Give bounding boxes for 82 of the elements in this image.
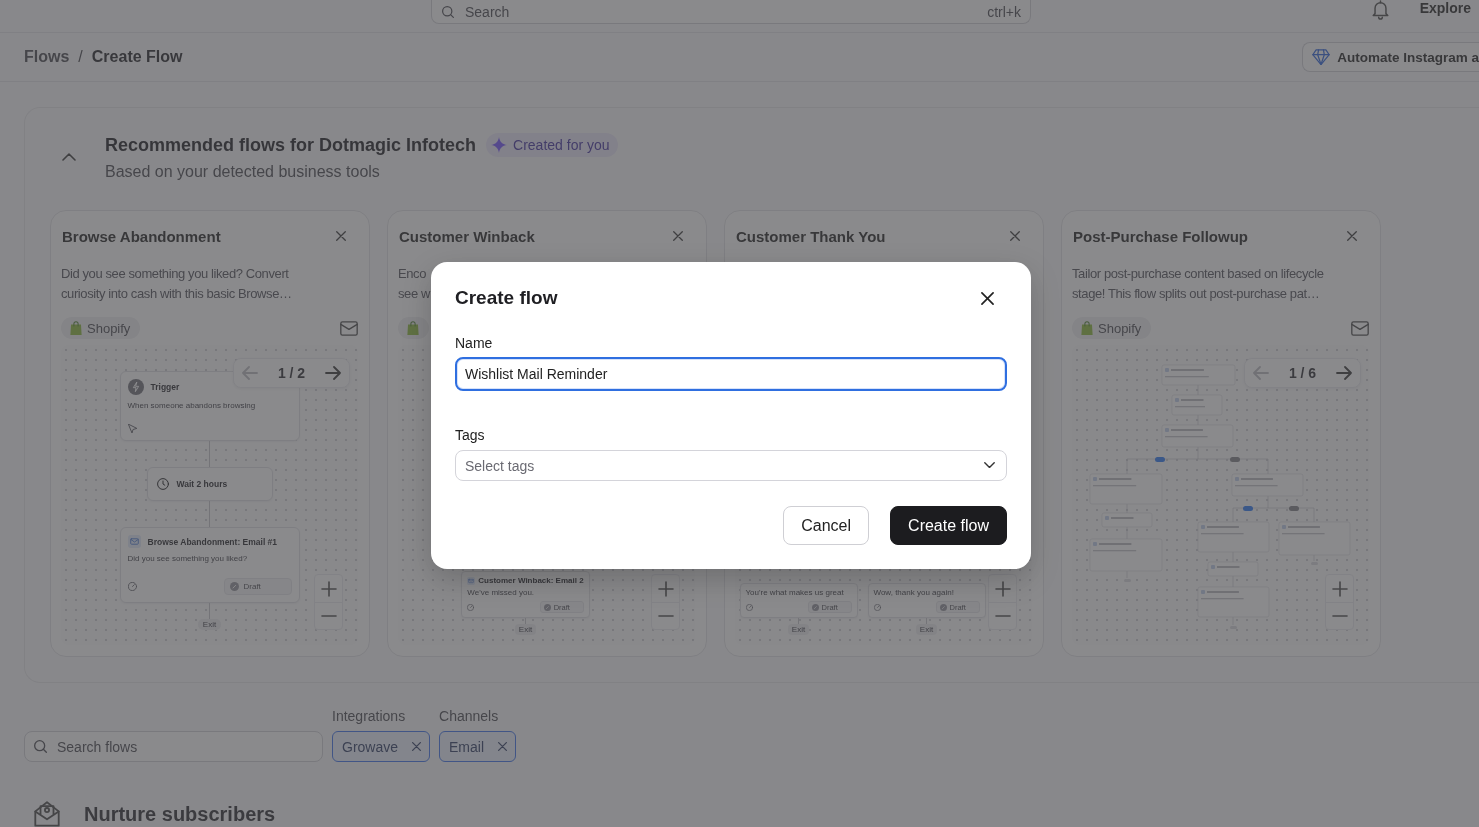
- search-icon: [34, 740, 47, 753]
- gauge-icon: [745, 603, 753, 611]
- breadcrumb-link[interactable]: Flows: [24, 48, 70, 66]
- shortcut-hint: ctrl+k: [987, 4, 1021, 20]
- search-icon: [442, 6, 454, 18]
- cancel-button[interactable]: Cancel: [783, 506, 870, 545]
- close-icon: [412, 742, 422, 751]
- minus-icon: [1331, 615, 1348, 617]
- shopping-bag-icon: [70, 320, 82, 336]
- next-page-button[interactable]: [323, 364, 343, 382]
- node-text: When someone abandons browsing: [127, 401, 257, 411]
- clock-icon: [156, 478, 169, 490]
- close-icon: [980, 291, 994, 305]
- gauge-icon: [467, 603, 475, 611]
- modal-title: Create flow: [455, 287, 558, 309]
- breadcrumb-separator: /: [78, 48, 83, 66]
- sparkle-icon: [491, 137, 508, 153]
- mail-icon: [340, 320, 358, 336]
- arrow-left-icon: [1253, 366, 1269, 380]
- field-label: Name: [455, 335, 493, 351]
- explore-link[interactable]: Explore: [1419, 0, 1471, 17]
- card-title: Post-Purchase Followup: [1073, 227, 1249, 245]
- bell-icon[interactable]: [1371, 0, 1389, 20]
- integration-label: Shopify: [1098, 320, 1142, 336]
- close-icon: [1347, 231, 1357, 241]
- close-icon: [673, 231, 683, 241]
- tags-select[interactable]: Select tags: [455, 450, 1007, 481]
- field-label: Tags: [455, 427, 485, 443]
- close-icon: [498, 742, 508, 751]
- section-subtitle: Based on your detected business tools: [105, 163, 381, 181]
- filter-chip[interactable]: Email: [439, 731, 517, 762]
- arrow-right-icon: [1336, 366, 1352, 380]
- arrow-left-icon: [242, 366, 258, 380]
- node-title: Customer Winback: Email 2: [478, 576, 584, 585]
- section-title: Recommended flows for Dotmagic Infotech: [105, 134, 477, 156]
- badge-text: Created for you: [513, 137, 610, 153]
- mail-icon: [467, 576, 476, 585]
- node-title: Wait 2 hours: [176, 479, 228, 489]
- card-title: Browse Abandonment: [62, 227, 221, 245]
- plus-icon: [657, 580, 674, 597]
- integration-label: Shopify: [87, 320, 131, 336]
- search-field[interactable]: Search flows: [24, 731, 323, 762]
- arrow-right-icon: [325, 366, 341, 380]
- plus-icon: [1331, 580, 1348, 597]
- node-title: Browse Abandonment: Email #1: [147, 536, 278, 547]
- card-title: Customer Winback: [399, 227, 535, 245]
- close-icon: [336, 231, 346, 241]
- chevron-up-icon: [62, 153, 76, 161]
- plus-icon: [320, 580, 337, 597]
- node-title: Trigger: [150, 382, 180, 392]
- mail-icon: [1351, 320, 1369, 336]
- card-description: Did you see something you liked? Convert curiosity into cash with this basic Browse…: [61, 265, 292, 303]
- page-indicator: 1 / 2: [277, 365, 306, 381]
- card-description: Enco see w: [398, 265, 430, 303]
- breadcrumb-current: Create Flow: [91, 48, 183, 66]
- create-flow-button[interactable]: Create flow: [890, 506, 1007, 545]
- close-icon: [1010, 231, 1020, 241]
- diamond-icon: [1312, 48, 1331, 66]
- shopping-bag-icon: [1081, 320, 1093, 336]
- minus-icon: [320, 615, 337, 617]
- shopping-bag-icon: [407, 320, 419, 336]
- page-indicator: 1 / 6: [1288, 365, 1317, 381]
- cursor-icon: [127, 423, 137, 433]
- next-page-button[interactable]: [1334, 364, 1354, 382]
- minus-icon: [994, 615, 1011, 617]
- envelope-icon: [34, 801, 60, 827]
- name-input[interactable]: Wishlist Mail Reminder: [455, 357, 1007, 391]
- gauge-icon: [127, 582, 137, 591]
- card-title: Customer Thank You: [736, 227, 886, 245]
- plus-icon: [994, 580, 1011, 597]
- card-description: Tailor post-purchase content based on lifecycle stage! This flow splits out post-purchase pat…: [1072, 265, 1324, 303]
- edit-icon: [229, 582, 239, 591]
- filter-label: Channels: [439, 708, 500, 724]
- lightning-icon: [127, 379, 144, 395]
- automate-instagram-button[interactable]: Automate Instagram a: [1302, 42, 1479, 72]
- chevron-down-icon: [984, 462, 995, 469]
- filter-chip[interactable]: Growave: [332, 731, 431, 762]
- minus-icon: [657, 615, 674, 617]
- section-title: Nurture subscribers: [84, 802, 276, 826]
- gauge-icon: [873, 603, 881, 611]
- filter-label: Integrations: [332, 708, 407, 724]
- mail-icon: [127, 535, 141, 548]
